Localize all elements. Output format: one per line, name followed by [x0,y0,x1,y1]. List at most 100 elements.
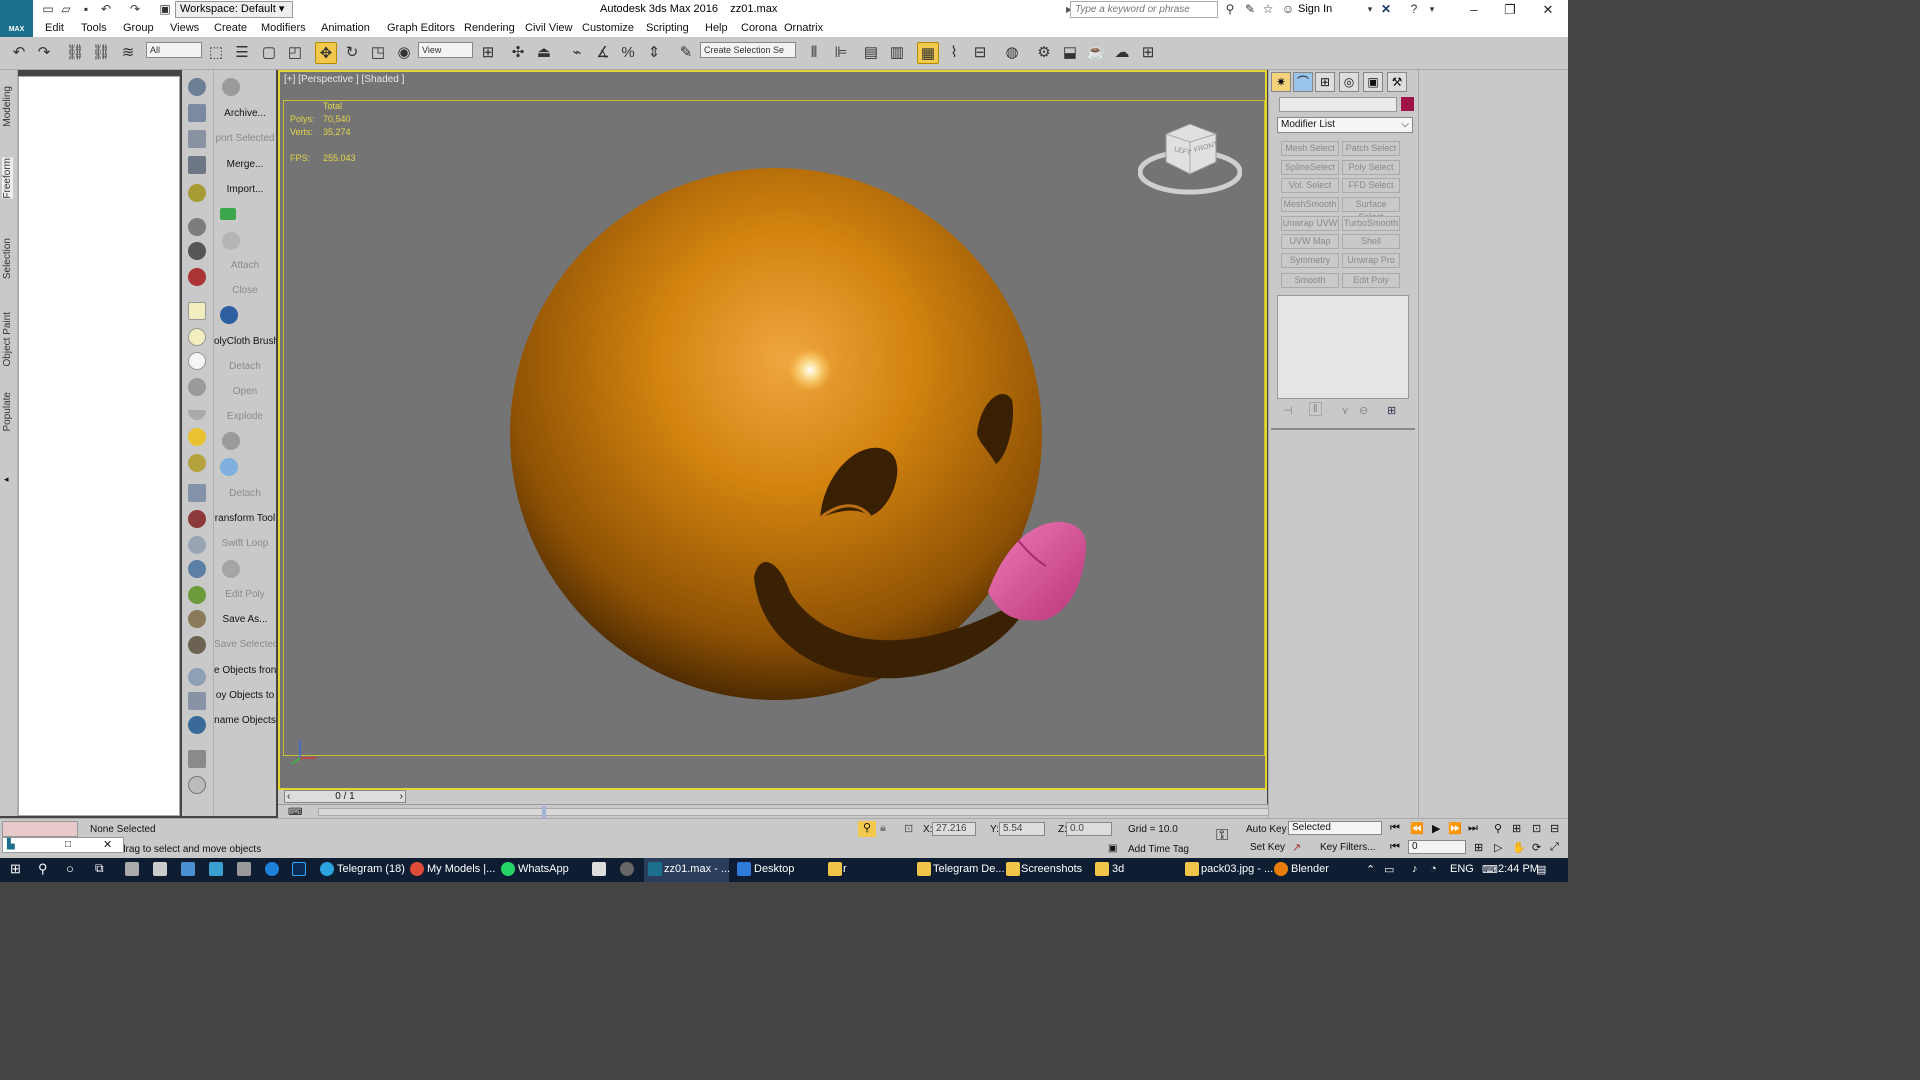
project-icon[interactable]: ▣ [157,2,173,17]
window-restore-icon[interactable]: □ [65,839,71,850]
utilities-tab-icon[interactable]: ⚒ [1387,72,1407,92]
taskbar-screenshots[interactable]: Screenshots [1021,863,1082,875]
trackbar-frame-marker[interactable] [542,806,546,818]
field-of-view-icon[interactable]: ▷ [1494,841,1502,854]
menu-corona[interactable]: Corona [741,22,777,34]
skype-taskbar-icon[interactable] [265,862,279,876]
save-as-button[interactable]: Save As... [214,614,276,625]
camera-icon[interactable] [188,218,206,236]
volume-icon[interactable]: ♪ [1412,863,1418,875]
search-input[interactable]: Type a keyword or phrase [1070,1,1218,18]
menu-group[interactable]: Group [123,22,154,34]
absolute-mode-icon[interactable]: ⊡ [904,822,913,835]
sign-in-link[interactable]: Sign In [1298,3,1332,15]
rendered-frame-window-icon[interactable]: ⬓ [1059,42,1081,64]
create-tab-icon[interactable]: ✷ [1271,72,1291,92]
menu-customize[interactable]: Customize [582,22,634,34]
maximize-viewport-icon[interactable]: ⤢ [1550,841,1559,854]
sphere-icon[interactable] [188,352,206,370]
menu-views[interactable]: Views [170,22,199,34]
store-taskbar-icon[interactable] [153,862,167,876]
select-and-rotate-icon[interactable]: ↻ [341,42,363,64]
set-key-button[interactable]: Set Key [1250,842,1285,853]
viewcube[interactable]: LEFT FRONT [1137,114,1243,196]
green-screen-icon[interactable] [220,208,236,220]
sphere-mesh-icon[interactable] [188,668,206,686]
schematic-view-icon[interactable]: ⊟ [969,42,991,64]
help-dropdown-icon[interactable]: ▾ [1424,2,1440,17]
task-view-icon[interactable]: ⧉ [95,861,104,876]
telegram-taskbar-icon[interactable] [320,862,334,876]
render-icon[interactable] [188,104,206,122]
merge-button[interactable]: Merge... [214,159,276,170]
go-to-start-icon[interactable]: ⏮ [1390,822,1400,835]
maxscript-listener-mini[interactable] [2,821,78,837]
window-crossing-icon[interactable]: ◰ [284,42,306,64]
select-object-icon[interactable]: ⬚ [205,42,227,64]
exit-icon[interactable] [188,750,206,768]
orbit-icon[interactable]: ⟳ [1532,841,1541,854]
save-icon[interactable]: ▪ [78,2,94,17]
key-mode-toggle-icon[interactable]: ⏮ [1390,841,1400,854]
taskbar-3d[interactable]: 3d [1112,863,1124,875]
bind-space-warp-icon[interactable]: ≋ [117,42,139,64]
explode-button[interactable]: Explode [214,411,276,422]
go-to-end-icon[interactable]: ⏭ [1468,822,1478,835]
perspective-viewport[interactable]: [+] [Perspective ] [Shaded ] Total Polys… [278,70,1267,790]
keyboard-icon[interactable]: ⌨ [1482,863,1498,876]
modifier-shell[interactable]: Shell [1342,234,1400,249]
ribbon-expand-icon[interactable]: ◂ [4,474,9,485]
align-icon[interactable]: ⊫ [830,42,852,64]
edit-poly-icon[interactable] [222,560,240,578]
link-icon[interactable]: ⛓ [64,42,86,64]
menu-rendering[interactable]: Rendering [464,22,515,34]
disc-icon[interactable] [188,328,206,346]
taskbar-telegram[interactable]: Telegram (18) [337,863,405,875]
modifier-uvw-map[interactable]: UVW Map [1281,234,1339,249]
time-tag-icon[interactable]: ▣ [1108,843,1117,854]
dots-icon[interactable] [220,458,238,476]
clock[interactable]: 2:44 PM [1498,863,1539,875]
binoculars-icon[interactable]: ⚲ [1222,2,1238,17]
modifier-spline-select[interactable]: SplineSelect [1281,160,1339,175]
detach-second-button[interactable]: Detach [214,488,276,499]
app-menu-logo[interactable]: MAX [0,0,33,37]
folder-screenshots-icon[interactable] [1006,862,1020,876]
add-time-tag[interactable]: Add Time Tag [1128,844,1189,855]
modifier-stack[interactable] [1277,295,1409,399]
3dsmax-taskbar-icon[interactable] [648,862,662,876]
wood-icon[interactable] [188,610,206,628]
set-keys-key-icon[interactable]: ⚿ [1216,827,1228,845]
percent-snap-icon[interactable]: % [617,42,639,64]
window-close-icon[interactable]: ✕ [103,838,112,851]
zoom-icon[interactable]: ⚲ [1494,822,1502,835]
rename-objects-button[interactable]: name Objects [214,715,276,726]
sun-light-icon[interactable] [188,428,206,446]
modifier-unwrap-uvw[interactable]: Unwrap UVW [1281,216,1339,231]
menu-scripting[interactable]: Scripting [646,22,689,34]
selection-filter-dropdown[interactable]: All [146,42,202,58]
globe-icon[interactable] [188,560,206,578]
rectangular-selection-icon[interactable]: ▢ [258,42,280,64]
curve-editor-icon[interactable]: ⌇ [943,42,965,64]
keyboard-shortcut-override-icon[interactable]: ⏏ [533,42,555,64]
texture-ball-icon[interactable] [188,636,206,654]
workspace-dropdown[interactable]: Workspace: Default ▾ [175,1,293,18]
mesh-stack-icon[interactable] [188,484,206,502]
redo-icon[interactable]: ↷ [127,2,143,17]
select-by-name-icon[interactable]: ☰ [231,42,253,64]
grass-icon[interactable] [188,586,206,604]
taskbar-desktop[interactable]: Desktop [754,863,794,875]
toggle-layer-explorer-icon[interactable]: ▥ [886,42,908,64]
mirror-icon[interactable]: ⫴ [803,42,825,64]
taskbar-folder-r[interactable]: r [843,863,847,875]
menu-ornatrix[interactable]: Ornatrix [784,22,823,34]
modifier-mesh-select[interactable]: Mesh Select [1281,141,1339,156]
ribbon-tab-modeling[interactable]: Modeling [2,86,13,127]
ribbon-tab-freeform[interactable]: Freeform [2,158,13,199]
spinner-snap-icon[interactable]: ⇕ [643,42,665,64]
shield-gear-icon[interactable] [222,432,240,450]
floating-window-strip[interactable]: ▙ □ ✕ [2,837,124,853]
detach-button[interactable]: Detach [214,361,276,372]
modifier-surface-select[interactable]: Surface Select [1342,197,1400,222]
